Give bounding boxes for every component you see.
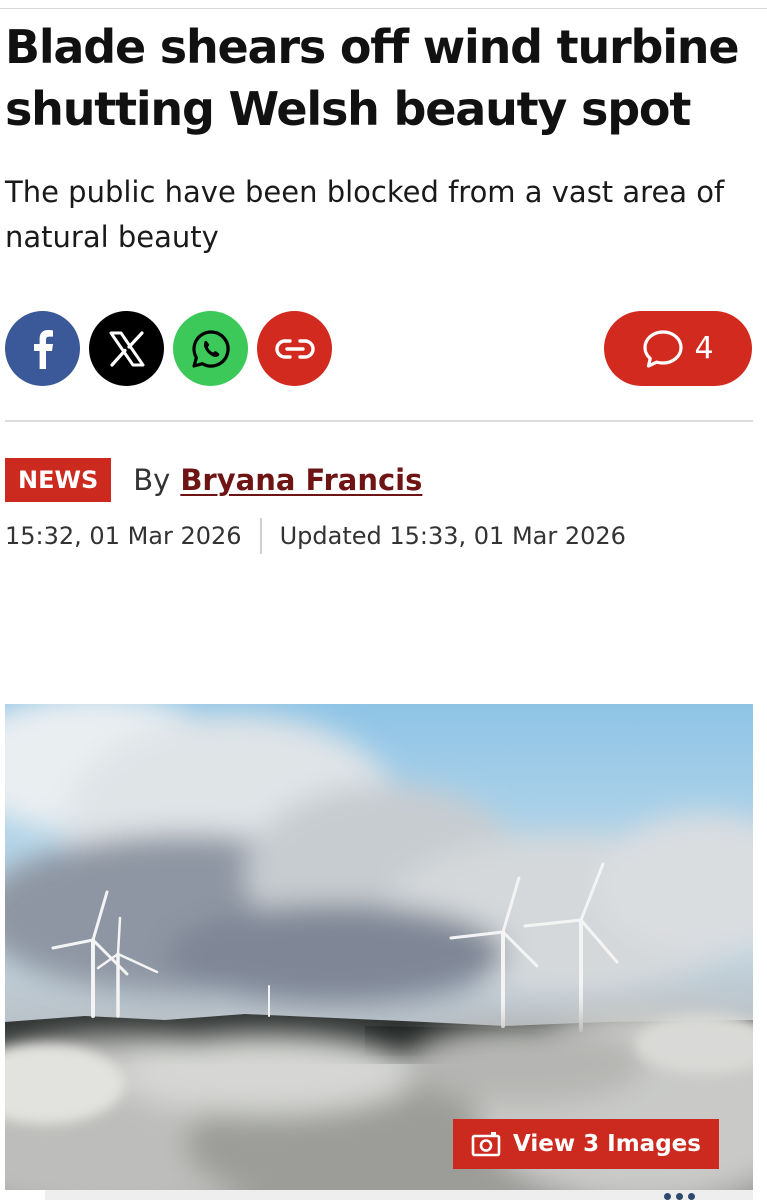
view-images-button[interactable]: View 3 Images [453, 1119, 719, 1169]
dot [676, 1193, 683, 1200]
share-bar [5, 311, 332, 387]
view-images-label: View 3 Images [513, 1131, 701, 1157]
hero-image[interactable] [5, 704, 753, 1190]
section-divider [5, 420, 753, 422]
top-divider [0, 8, 767, 9]
comments-count: 4 [694, 331, 714, 366]
speech-bubble-icon [643, 329, 684, 368]
copy-link-button[interactable] [257, 311, 332, 386]
author-link[interactable]: Bryana Francis [180, 463, 422, 497]
timestamps: 15:32, 01 Mar 2026 Updated 15:33, 01 Mar… [5, 517, 626, 555]
bottom-bar [45, 1190, 753, 1200]
camera-icon [471, 1132, 501, 1157]
link-icon [274, 338, 315, 359]
whatsapp-icon [191, 329, 230, 368]
wind-turbines-in-fog-photo [5, 704, 753, 1190]
published-time: 15:32, 01 Mar 2026 [5, 522, 242, 550]
article-subheadline: The public have been blocked from a vast… [5, 175, 725, 254]
comments-button[interactable]: 4 [604, 311, 752, 386]
share-whatsapp-button[interactable] [173, 311, 248, 386]
dot [688, 1193, 695, 1200]
dot [664, 1193, 671, 1200]
section-badge[interactable]: NEWS [5, 458, 112, 502]
facebook-icon [33, 329, 53, 369]
x-icon [109, 330, 144, 367]
updated-time: Updated 15:33, 01 Mar 2026 [279, 522, 626, 550]
timestamp-divider [259, 518, 262, 554]
by-label: By [133, 463, 171, 497]
byline: NEWS By Bryana Francis [5, 458, 422, 502]
more-options-icon[interactable] [664, 1193, 695, 1200]
article-headline: Blade shears off wind turbine shutting W… [5, 20, 740, 136]
share-facebook-button[interactable] [5, 311, 80, 386]
share-x-button[interactable] [89, 311, 164, 386]
